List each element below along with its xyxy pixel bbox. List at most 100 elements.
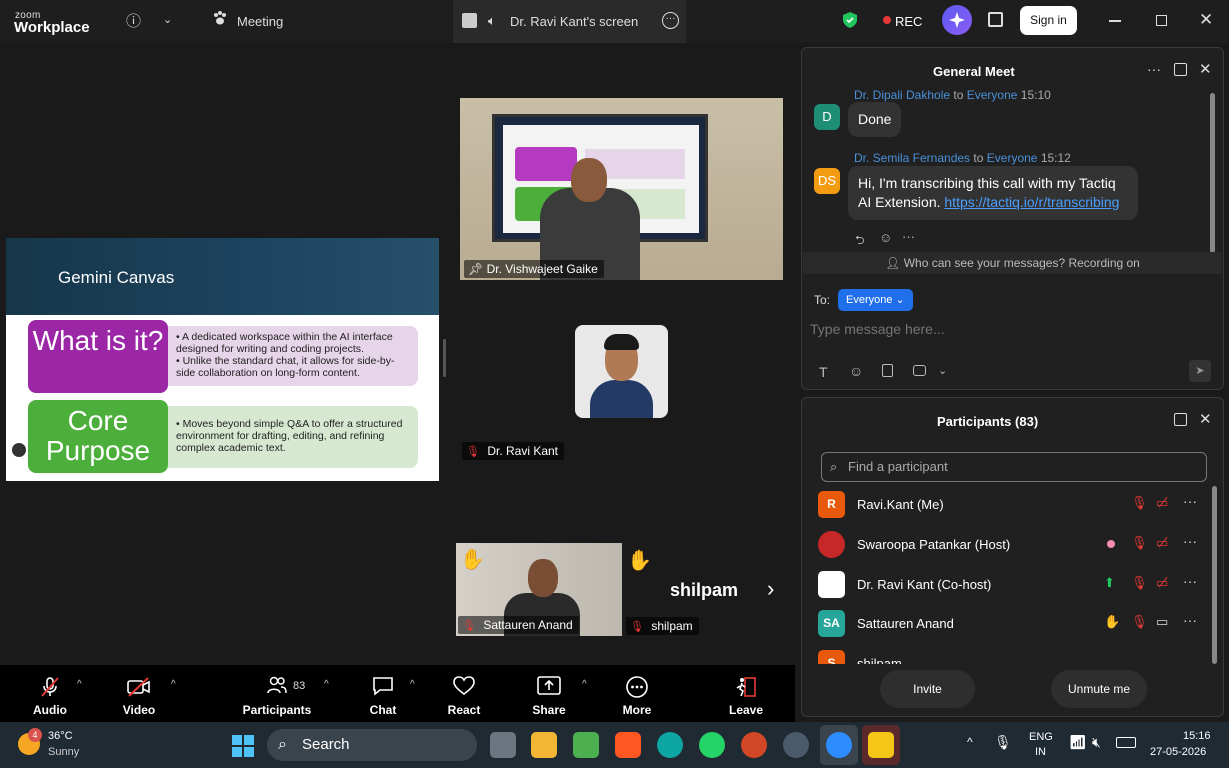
unmute-me-button[interactable]: Unmute me	[1051, 670, 1147, 708]
minimize-icon[interactable]	[1109, 20, 1121, 22]
video-off-icon[interactable]: ▭̸	[1156, 495, 1168, 511]
audio-caret-icon[interactable]: ^	[77, 679, 82, 690]
share-caret-icon[interactable]: ^	[582, 679, 587, 690]
next-page-chevron-icon[interactable]: ›	[767, 576, 774, 602]
show-hidden-icons-icon[interactable]: ^	[967, 735, 973, 749]
windows-start-icon[interactable]	[232, 735, 254, 762]
reply-icon[interactable]: ⮌	[855, 231, 865, 252]
chat-caret-icon[interactable]: ^	[410, 679, 415, 690]
video-off-icon[interactable]: ▭̸	[1156, 535, 1168, 551]
files-app-icon[interactable]	[868, 732, 894, 758]
audio-button[interactable]: Audio	[15, 665, 85, 722]
more-button[interactable]: More	[602, 665, 672, 722]
file-icon[interactable]	[882, 364, 893, 377]
battery-icon[interactable]	[1116, 737, 1136, 748]
wifi-icon[interactable]: 📶︎	[1069, 734, 1087, 751]
taskbar-search[interactable]: ⌕ Search	[267, 729, 477, 761]
ai-companion-icon[interactable]	[942, 5, 972, 35]
participant-more-icon[interactable]: ···	[1183, 533, 1197, 549]
message-bubble-2[interactable]: Hi, I'm transcribing this call with my T…	[848, 166, 1138, 220]
chat-more-icon[interactable]: ···	[1147, 61, 1161, 77]
language-line1[interactable]: ENG	[1029, 731, 1053, 743]
splitter-handle[interactable]	[443, 339, 446, 377]
emoji-icon[interactable]: ☺	[849, 363, 863, 379]
mic-muted-icon: 🎙︎	[466, 446, 480, 458]
participant-search-input[interactable]: ⌕ Find a participant	[821, 452, 1207, 482]
chat-button[interactable]: Chat	[348, 665, 418, 722]
task-view-icon[interactable]	[490, 732, 516, 758]
annotation-icon[interactable]	[12, 443, 26, 457]
participant-row[interactable]: SA Sattauren Anand ✋ 🎙︎ ▭ ···	[802, 604, 1212, 644]
mic-muted-icon[interactable]: 🎙︎	[1131, 495, 1148, 511]
language-line2[interactable]: IN	[1035, 746, 1046, 758]
layout-icon[interactable]	[988, 12, 1003, 27]
chrome-icon[interactable]	[783, 732, 809, 758]
chat-visibility-notice[interactable]: 👤︎ Who can see your messages? Recording …	[803, 252, 1222, 274]
invite-button[interactable]: Invite	[880, 670, 975, 708]
participant-more-icon[interactable]: ···	[1183, 573, 1197, 589]
participants-scrollbar[interactable]	[1212, 486, 1217, 664]
to-label: To:	[814, 293, 831, 307]
more-options-icon[interactable]: ···	[662, 12, 679, 29]
participants-button[interactable]: Participants	[242, 665, 312, 722]
mic-muted-icon[interactable]: 🎙︎	[1131, 575, 1148, 591]
store-icon[interactable]	[573, 732, 599, 758]
rec-label[interactable]: REC	[895, 14, 922, 29]
recipient-dropdown[interactable]: Everyone ⌄	[838, 289, 913, 311]
clock-time[interactable]: 15:16	[1183, 730, 1211, 742]
volume-muted-icon[interactable]: 🔇︎	[1092, 734, 1101, 751]
screen-tab[interactable]: 🔈︎ Dr. Ravi Kant's screen ···	[453, 0, 686, 43]
video-off-icon[interactable]: ▭̸	[1156, 575, 1168, 591]
clock-date[interactable]: 27-05-2026	[1150, 746, 1206, 758]
emoji-react-icon[interactable]: ☺	[879, 230, 892, 245]
chat-scrollbar[interactable]	[1210, 93, 1215, 253]
chat-close-icon[interactable]: ✕	[1199, 60, 1212, 78]
send-icon[interactable]: ➤	[1189, 360, 1211, 382]
react-button[interactable]: React	[429, 665, 499, 722]
video-icon[interactable]: ▭	[1156, 614, 1168, 630]
screenshot-icon[interactable]	[913, 365, 926, 376]
mic-tray-icon[interactable]: 🎙︎	[994, 734, 1012, 751]
sign-in-button[interactable]: Sign in	[1020, 6, 1077, 35]
participants-close-icon[interactable]: ✕	[1199, 410, 1212, 428]
video-caret-icon[interactable]: ^	[171, 679, 176, 690]
close-icon[interactable]: ✕	[1199, 10, 1213, 30]
whatsapp-icon[interactable]	[699, 732, 725, 758]
text-format-icon[interactable]: T	[819, 364, 828, 380]
video-button[interactable]: Video	[104, 665, 174, 722]
more-chevron-icon[interactable]: ⌄	[938, 364, 947, 377]
maximize-icon[interactable]	[1156, 15, 1167, 26]
shield-icon[interactable]	[842, 11, 858, 34]
edge-browser-icon[interactable]	[657, 732, 683, 758]
participant-row[interactable]: Swaroopa Patankar (Host) 🎙︎ ▭̸ ···	[802, 525, 1212, 565]
zoom-icon[interactable]	[826, 732, 852, 758]
popout-icon[interactable]	[1174, 413, 1187, 426]
mic-muted-icon[interactable]: 🎙︎	[1131, 535, 1148, 551]
share-button[interactable]: Share	[514, 665, 584, 722]
brave-browser-icon[interactable]	[615, 732, 641, 758]
mic-muted-icon[interactable]: 🎙︎	[1131, 614, 1148, 630]
file-explorer-icon[interactable]	[531, 732, 557, 758]
video-presenter[interactable]: 📌︎ Dr. Vishwajeet Gaike	[460, 98, 783, 280]
leave-button[interactable]: Leave	[711, 665, 781, 722]
participant-row[interactable]: S shilpam	[802, 644, 1212, 664]
participants-panel: Participants (83) ✕ ⌕ Find a participant…	[801, 397, 1224, 717]
participant-row[interactable]: Dr. Ravi Kant (Co-host) ⬆︎ 🎙︎ ▭̸ ···	[802, 565, 1212, 605]
popout-icon[interactable]	[1174, 63, 1187, 76]
chevron-down-icon[interactable]: ⌄	[163, 13, 172, 26]
participant-more-icon[interactable]: ···	[1183, 612, 1197, 628]
message-input[interactable]	[810, 316, 1210, 342]
transcript-link[interactable]: https://tactiq.io/r/transcribing	[944, 194, 1119, 210]
meeting-label[interactable]: Meeting	[237, 14, 283, 29]
participants-caret-icon[interactable]: ^	[324, 679, 329, 690]
video-sattauren[interactable]: ✋ 🎙︎ Sattauren Anand	[456, 543, 622, 636]
participant-row[interactable]: R Ravi.Kant (Me) 🎙︎ ▭̸ ···	[802, 485, 1212, 525]
message-bubble-1[interactable]: Done	[848, 102, 902, 137]
weather-condition[interactable]: Sunny	[48, 746, 79, 758]
weather-temp[interactable]: 36°C	[48, 730, 73, 742]
powerpoint-icon[interactable]	[741, 732, 767, 758]
participant-more-icon[interactable]: ···	[1183, 493, 1197, 509]
message-more-icon[interactable]: ···	[902, 229, 915, 244]
video-ravi-kant[interactable]	[575, 325, 668, 418]
info-icon[interactable]: ⓘ	[126, 10, 141, 31]
